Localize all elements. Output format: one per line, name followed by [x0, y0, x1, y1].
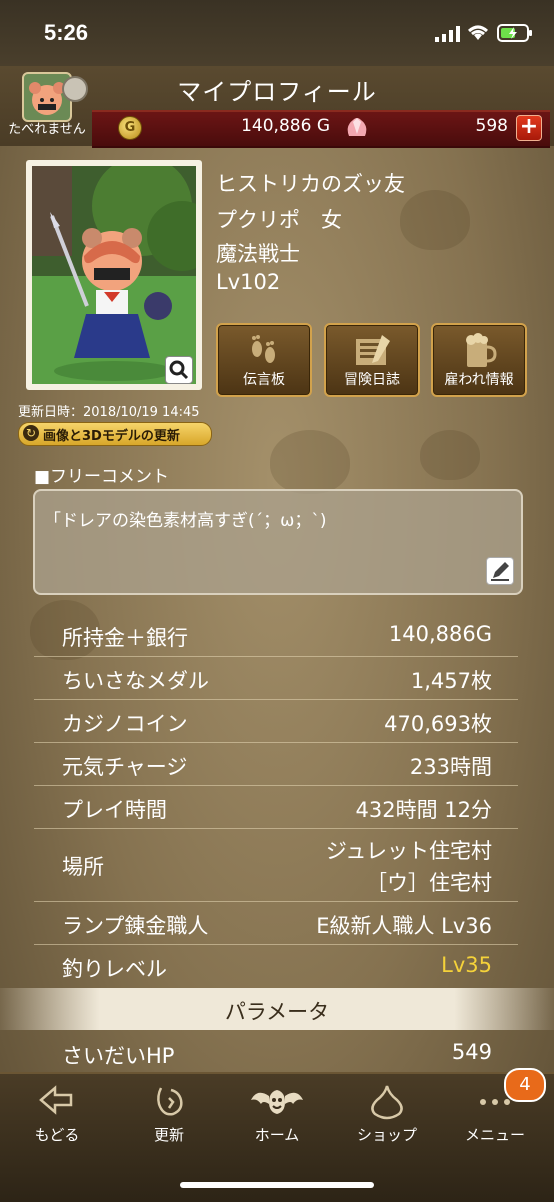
parameter-section-title: パラメータ — [224, 1000, 330, 1024]
pencil-icon — [491, 562, 509, 581]
adventure-log-label: 冒険日誌 — [344, 372, 400, 388]
stat-label: 場所 — [62, 855, 104, 879]
updated-timestamp: 更新日時：2018/10/19 14:45 — [18, 405, 200, 420]
hired-info-button[interactable]: 雇われ情報 — [431, 323, 527, 397]
stat-value: E級新人職人 Lv36 — [316, 914, 492, 938]
slime-icon — [371, 1085, 403, 1120]
character-illustration — [32, 166, 196, 384]
journal-icon — [356, 335, 390, 365]
stat-label: 釣りレベル — [62, 957, 167, 981]
stat-row-money: 所持金＋銀行 140,886G — [34, 614, 518, 657]
stat-label: 所持金＋銀行 — [62, 626, 188, 650]
stat-value: 1,457枚 — [410, 669, 492, 693]
stat-value: Lv35 — [441, 953, 492, 977]
nav-back[interactable]: もどる — [2, 1082, 112, 1152]
username-label: たべれません — [8, 122, 86, 137]
stat-row-energy-charge: 元気チャージ 233時間 — [34, 743, 518, 786]
home-indicator[interactable] — [180, 1182, 374, 1188]
stat-row-max-hp: さいだいHP 549 — [34, 1034, 518, 1074]
menu-notification-badge: 4 — [504, 1068, 546, 1102]
gem-crystal-icon — [347, 118, 367, 136]
nav-home-label: ホーム — [254, 1126, 300, 1144]
footprints-icon — [252, 335, 275, 363]
cellular-signal-icon — [435, 26, 460, 42]
nav-menu-label: メニュー — [464, 1126, 525, 1144]
refresh-icon — [157, 1087, 183, 1116]
stat-label: プレイ時間 — [62, 798, 167, 822]
free-comment-heading: ■フリーコメント — [34, 467, 170, 487]
free-comment-text: 「ドレアの染色素材高すぎ(´；ω；`) — [44, 511, 327, 531]
edit-comment-button[interactable] — [486, 557, 514, 585]
stat-value-secondary: ［ウ］住宅村 — [366, 871, 492, 895]
character-portrait[interactable] — [32, 166, 196, 384]
stat-label: 元気チャージ — [62, 755, 188, 779]
stat-value: 549 — [451, 1040, 492, 1064]
stat-row-alchemy: ランプ錬金職人 E級新人職人 Lv36 — [34, 902, 518, 945]
add-gems-button[interactable]: + — [516, 115, 542, 141]
nav-home[interactable]: ホーム — [222, 1082, 332, 1152]
status-time: 5:26 — [44, 20, 89, 45]
stat-value: 470,693枚 — [384, 712, 492, 736]
stat-value: 233時間 — [409, 755, 492, 779]
nav-shop-label: ショップ — [356, 1126, 417, 1144]
nav-back-label: もどる — [34, 1126, 80, 1144]
hired-info-label: 雇われ情報 — [444, 372, 514, 388]
refresh-model-button[interactable]: ↻ 画像と3Dモデルの更新 — [18, 422, 212, 446]
stat-value: ジュレット住宅村 — [325, 839, 492, 863]
zoom-portrait-button[interactable] — [165, 356, 193, 384]
gem-amount: 598 — [475, 116, 508, 136]
page-title: マイプロフィール — [177, 78, 377, 106]
stat-row-play-time: プレイ時間 432時間 12分 — [34, 786, 518, 829]
stat-row-casino-coins: カジノコイン 470,693枚 — [34, 700, 518, 743]
message-board-button[interactable]: 伝言板 — [216, 323, 312, 397]
refresh-cycle-icon: ↻ — [23, 425, 39, 441]
back-arrow-icon — [39, 1085, 73, 1115]
stat-label: ランプ錬金職人 — [62, 914, 209, 938]
bat-monster-icon — [251, 1090, 303, 1114]
stat-value: 432時間 12分 — [355, 798, 492, 822]
battery-charging-icon — [497, 24, 532, 42]
character-level: Lv102 — [216, 270, 281, 294]
free-comment-box — [33, 489, 523, 595]
wifi-icon — [468, 25, 488, 40]
race-gender: プクリポ 女 — [216, 208, 342, 232]
stat-label: ちいさなメダル — [62, 669, 209, 693]
gold-coin-icon: G — [118, 116, 142, 140]
refresh-model-label: 画像と3Dモデルの更新 — [43, 429, 180, 444]
stat-row-medals: ちいさなメダル 1,457枚 — [34, 657, 518, 700]
background-slime-pattern — [400, 190, 470, 250]
gold-amount: 140,886 G — [241, 116, 330, 136]
message-board-label: 伝言板 — [243, 372, 285, 388]
team-name: ヒストリカのズッ友 — [216, 172, 405, 196]
stat-label: さいだいHP — [62, 1044, 175, 1068]
stat-value: 140,886G — [388, 622, 492, 646]
adventure-log-button[interactable]: 冒険日誌 — [324, 323, 420, 397]
stat-row-fishing: 釣りレベル Lv35 — [34, 945, 518, 987]
nav-refresh[interactable]: 更新 — [114, 1082, 224, 1152]
stat-label: カジノコイン — [62, 712, 188, 736]
background-slime-pattern — [270, 430, 350, 494]
nav-shop[interactable]: ショップ — [332, 1082, 442, 1152]
magnifier-icon — [169, 360, 189, 380]
job-name: 魔法戦士 — [216, 242, 300, 266]
beer-mug-icon — [466, 333, 497, 367]
stat-row-location: 場所 ジュレット住宅村 ［ウ］住宅村 — [34, 829, 518, 902]
nav-refresh-label: 更新 — [153, 1126, 184, 1144]
background-slime-pattern — [420, 430, 480, 480]
